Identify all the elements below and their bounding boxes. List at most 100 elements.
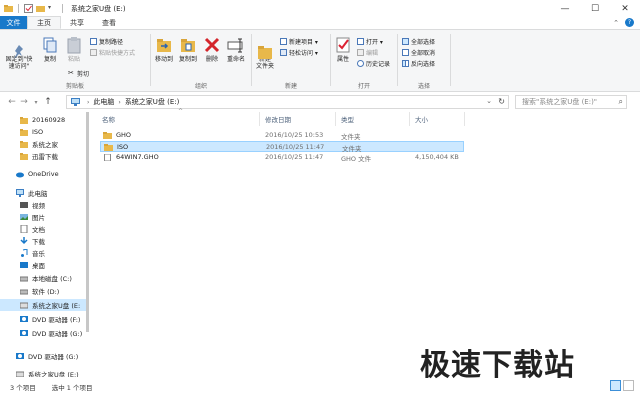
new-folder-button[interactable]: 新建 文件夹 xyxy=(254,36,276,70)
select-all-button[interactable]: 全部选择 xyxy=(402,37,435,46)
tab-file[interactable]: 文件 xyxy=(0,16,27,29)
new-item-button[interactable]: 新建项目 ▾ xyxy=(280,37,318,46)
file-name: GHO xyxy=(116,131,132,139)
history-button[interactable]: 历史记录 xyxy=(357,59,390,68)
back-arrow-icon[interactable]: ← xyxy=(6,95,18,109)
nav-item[interactable]: 文档 xyxy=(0,223,86,235)
nav-item-label: DVD 驱动器 (G:) xyxy=(32,330,83,338)
close-button[interactable]: ✕ xyxy=(610,0,640,17)
select-none-button[interactable]: 全部取消 xyxy=(402,48,435,57)
nav-item[interactable]: 音乐 xyxy=(0,247,86,259)
new-folder-icon[interactable] xyxy=(36,4,45,13)
move-to-button[interactable]: 移动到 xyxy=(153,36,175,63)
folder-icon xyxy=(104,144,113,151)
large-icons-view-icon[interactable] xyxy=(623,380,634,391)
copy-path-button[interactable]: 复制路径 xyxy=(90,37,123,46)
tab-view[interactable]: 查看 xyxy=(93,16,125,29)
search-box[interactable]: 搜索"系统之家U盘 (E:)" ⌕ xyxy=(515,95,627,109)
tab-home[interactable]: 主页 xyxy=(27,16,61,29)
properties-button[interactable]: 属性 xyxy=(333,36,353,63)
open-label: 打开 ▾ xyxy=(366,39,383,46)
recent-locations-chevron-icon[interactable]: ▾ xyxy=(30,95,42,109)
paste-button[interactable]: 粘贴 xyxy=(64,36,84,63)
open-button[interactable]: 打开 ▾ xyxy=(357,37,383,46)
chevron-down-icon[interactable]: ⌄ xyxy=(486,97,492,105)
nav-item[interactable]: 系统之家U盘 (E:) xyxy=(0,368,86,377)
dvd-icon xyxy=(20,315,28,323)
chevron-right-icon: › xyxy=(87,98,90,106)
drive-icon xyxy=(19,274,29,282)
nav-item-label: OneDrive xyxy=(28,170,59,178)
column-header-date[interactable]: 修改日期 xyxy=(265,114,291,124)
easy-access-icon xyxy=(280,49,287,56)
breadcrumb-this-pc[interactable]: 此电脑 xyxy=(93,97,114,107)
new-group: 新建 文件夹 新建项目 ▾ 轻松访问 ▾ 新建 xyxy=(252,32,330,90)
nav-item-label: 此电脑 xyxy=(28,190,48,198)
nav-item[interactable]: DVD 驱动器 (F:) xyxy=(0,313,86,325)
nav-item-label: 下载 xyxy=(32,238,45,246)
invert-selection-button[interactable]: 反向选择 xyxy=(402,59,435,68)
nav-item[interactable]: DVD 驱动器 (G:) xyxy=(0,350,86,362)
address-bar[interactable]: › 此电脑 › 系统之家U盘 (E:) ⌄ ↻ xyxy=(66,95,509,109)
edit-button[interactable]: 编辑 xyxy=(357,48,378,57)
nav-item[interactable]: 20160928 xyxy=(0,114,86,126)
navigation-pane-scrollbar[interactable] xyxy=(86,112,90,377)
up-arrow-icon[interactable]: ↑ xyxy=(42,95,54,109)
nav-item[interactable]: DVD 驱动器 (G:) xyxy=(0,327,86,339)
move-to-icon xyxy=(155,36,173,54)
help-icon[interactable]: ? xyxy=(625,18,634,27)
tab-share[interactable]: 共享 xyxy=(61,16,93,29)
video-icon xyxy=(20,201,28,209)
copy-button[interactable]: 复制 xyxy=(40,36,60,63)
nav-item[interactable]: 软件 (D:) xyxy=(0,285,86,297)
paste-shortcut-button[interactable]: 粘贴快捷方式 xyxy=(90,48,135,57)
maximize-button[interactable]: ☐ xyxy=(580,0,610,17)
minimize-button[interactable]: — xyxy=(550,0,580,17)
column-header-size[interactable]: 大小 xyxy=(415,114,428,124)
select-none-icon xyxy=(402,49,409,56)
properties-check-icon[interactable] xyxy=(24,4,33,13)
delete-button[interactable]: 删除 xyxy=(203,36,221,63)
nav-item-label: DVD 驱动器 (F:) xyxy=(32,316,81,324)
nav-item[interactable]: 桌面 xyxy=(0,259,86,271)
sort-up-icon: ^ xyxy=(178,108,184,115)
delete-label: 删除 xyxy=(205,56,218,63)
chevron-down-icon[interactable]: ▾ xyxy=(48,4,57,13)
nav-item[interactable]: 系统之家U盘 (E: xyxy=(0,299,86,311)
pin-quick-access-button[interactable]: 固定到"快 速访问" xyxy=(4,36,34,70)
scrollbar-thumb[interactable] xyxy=(86,112,89,332)
refresh-icon[interactable]: ↻ xyxy=(498,97,505,106)
nav-item[interactable]: ISO xyxy=(0,126,86,138)
window-title: 系统之家U盘 (E:) xyxy=(71,4,126,13)
breadcrumb-current-drive[interactable]: 系统之家U盘 (E:) xyxy=(125,97,180,107)
nav-item[interactable]: 系统之家 xyxy=(0,138,86,150)
organize-group-label: 组织 xyxy=(194,83,207,90)
column-header-name[interactable]: 名称 xyxy=(102,114,115,124)
details-view-icon[interactable] xyxy=(610,380,621,391)
nav-item[interactable]: 视频 xyxy=(0,199,86,211)
nav-item[interactable]: OneDrive xyxy=(0,168,86,180)
organize-group: 移动到 复制到 删除 重命名 组织 xyxy=(151,32,251,90)
select-none-label: 全部取消 xyxy=(411,50,436,57)
computer-icon xyxy=(16,189,24,197)
rename-button[interactable]: 重命名 xyxy=(225,36,247,63)
nav-item[interactable]: 图片 xyxy=(0,211,86,223)
file-date: 2016/10/25 11:47 xyxy=(265,153,324,161)
new-item-label: 新建项目 ▾ xyxy=(289,39,318,46)
nav-item[interactable]: 此电脑 xyxy=(0,187,86,199)
forward-arrow-icon[interactable]: → xyxy=(18,95,30,109)
dvd-icon xyxy=(20,329,28,337)
copy-to-button[interactable]: 复制到 xyxy=(177,36,199,63)
file-row[interactable]: GHO 2016/10/25 10:53 文件夹 xyxy=(100,130,464,141)
item-count: 3 个项目 xyxy=(10,384,36,392)
column-header-type[interactable]: 类型 xyxy=(341,114,354,124)
easy-access-button[interactable]: 轻松访问 ▾ xyxy=(280,48,318,57)
ribbon-tabs: 文件 主页 共享 查看 ⌃ ? xyxy=(0,16,640,30)
file-row[interactable]: 64WIN7.GHO 2016/10/25 11:47 GHO 文件 4,150,40… xyxy=(100,152,464,163)
chevron-up-icon[interactable]: ⌃ xyxy=(613,19,619,27)
nav-item[interactable]: 迅雷下载 xyxy=(0,150,86,162)
file-row[interactable]: ISO 2016/10/25 11:47 文件夹 xyxy=(100,141,464,153)
nav-item[interactable]: 本地磁盘 (C:) xyxy=(0,272,86,284)
nav-item[interactable]: 下载 xyxy=(0,235,86,247)
cut-button[interactable]: ✂ 剪切 xyxy=(68,69,89,79)
